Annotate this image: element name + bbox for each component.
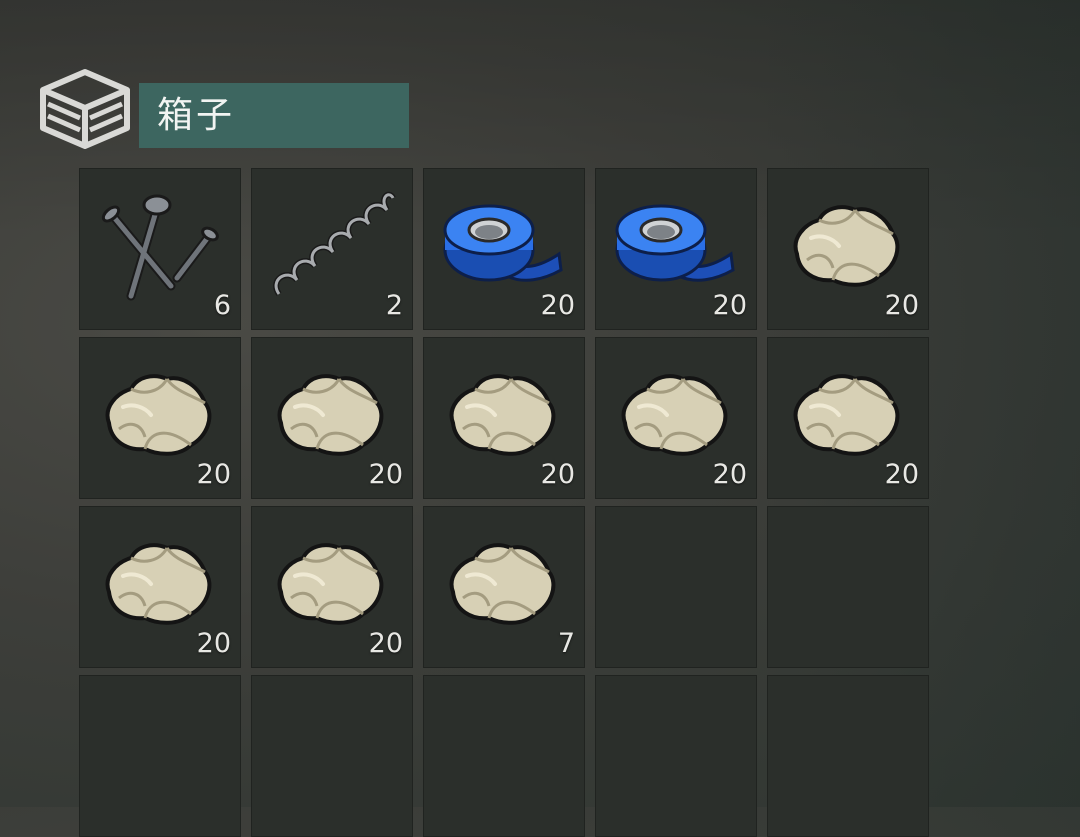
- inventory-slot-nails[interactable]: 6: [79, 168, 241, 330]
- item-count: 20: [368, 459, 403, 490]
- item-count: 20: [368, 628, 403, 659]
- item-count: 20: [712, 290, 747, 321]
- item-count: 7: [557, 628, 575, 659]
- inventory-grid: 6 2 20 20 20 20 20 20 20 20 20 20 7: [79, 168, 929, 837]
- inventory-slot-empty[interactable]: [423, 675, 585, 837]
- inventory-slot-stone[interactable]: 20: [79, 506, 241, 668]
- inventory-slot-stone[interactable]: 20: [767, 168, 929, 330]
- inventory-slot-empty[interactable]: [767, 675, 929, 837]
- container-title: 箱子: [139, 83, 409, 148]
- item-count: 20: [196, 628, 231, 659]
- container-header: 箱子: [38, 64, 418, 150]
- inventory-slot-empty[interactable]: [767, 506, 929, 668]
- inventory-slot-empty[interactable]: [595, 675, 757, 837]
- crate-icon: [40, 69, 130, 149]
- inventory-slot-stone[interactable]: 20: [251, 337, 413, 499]
- inventory-slot-empty[interactable]: [251, 675, 413, 837]
- inventory-slot-stone[interactable]: 7: [423, 506, 585, 668]
- inventory-slot-stone[interactable]: 20: [767, 337, 929, 499]
- inventory-slot-spring[interactable]: 2: [251, 168, 413, 330]
- inventory-slot-stone[interactable]: 20: [79, 337, 241, 499]
- item-count: 20: [884, 290, 919, 321]
- item-count: 20: [540, 459, 575, 490]
- inventory-slot-duct-tape[interactable]: 20: [595, 168, 757, 330]
- item-count: 20: [712, 459, 747, 490]
- inventory-slot-duct-tape[interactable]: 20: [423, 168, 585, 330]
- inventory-slot-stone[interactable]: 20: [251, 506, 413, 668]
- inventory-slot-stone[interactable]: 20: [595, 337, 757, 499]
- item-count: 6: [213, 290, 231, 321]
- item-count: 20: [540, 290, 575, 321]
- item-count: 2: [385, 290, 403, 321]
- inventory-slot-stone[interactable]: 20: [423, 337, 585, 499]
- item-count: 20: [196, 459, 231, 490]
- item-count: 20: [884, 459, 919, 490]
- inventory-slot-empty[interactable]: [595, 506, 757, 668]
- inventory-slot-empty[interactable]: [79, 675, 241, 837]
